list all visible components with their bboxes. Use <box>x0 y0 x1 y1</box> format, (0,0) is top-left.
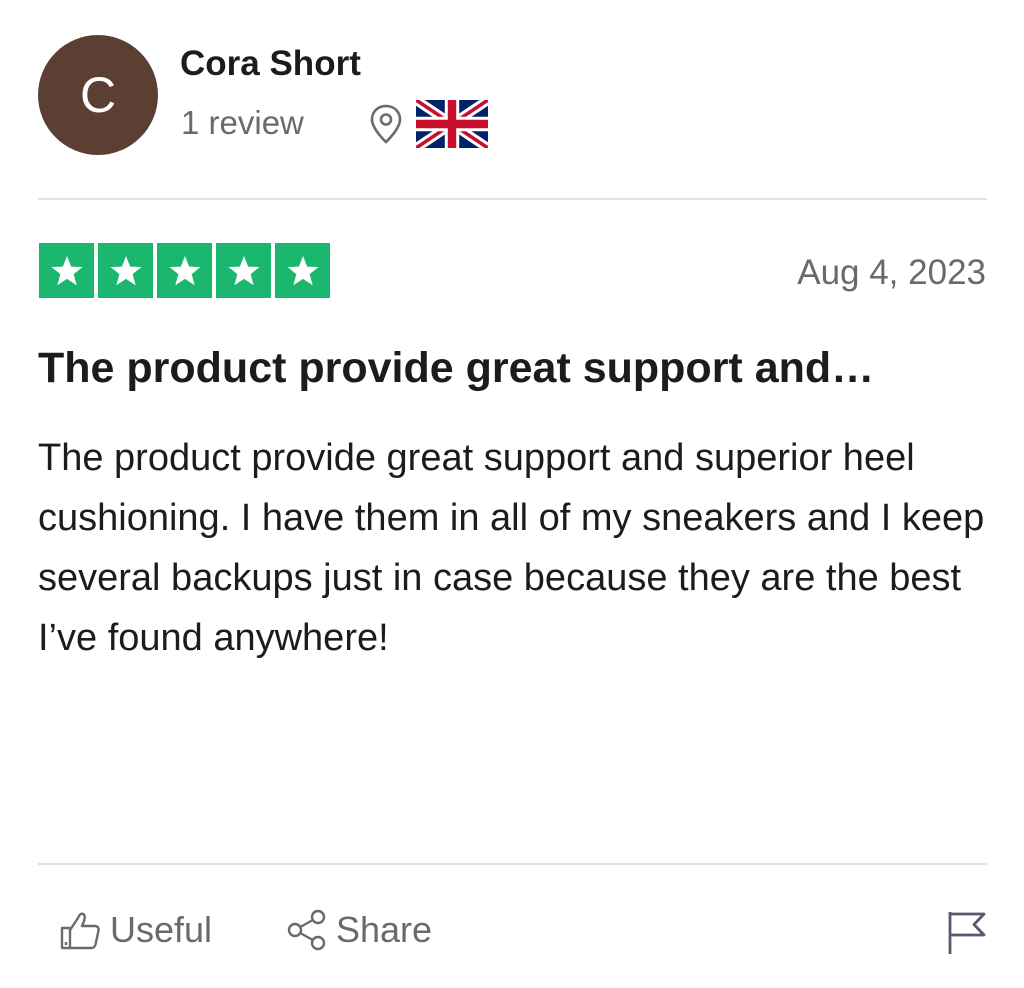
header-divider <box>38 198 987 200</box>
useful-button[interactable]: Useful <box>58 908 212 952</box>
star-rating <box>39 243 330 298</box>
star-icon <box>227 255 260 285</box>
star-5 <box>275 243 330 298</box>
avatar[interactable]: C <box>38 35 158 155</box>
reviewer-name[interactable]: Cora Short <box>180 44 361 84</box>
star-icon <box>168 255 201 285</box>
map-pin-icon <box>370 104 402 144</box>
uk-flag-icon <box>416 100 488 148</box>
share-button[interactable]: Share <box>286 908 432 952</box>
useful-label: Useful <box>110 909 213 950</box>
review-count: 1 review <box>181 104 304 141</box>
avatar-initial: C <box>79 67 117 123</box>
review-card: C Cora Short 1 review Aug 4, 2023 The pr… <box>0 0 1024 988</box>
share-label: Share <box>336 909 433 950</box>
star-icon <box>109 255 142 285</box>
review-body: The product provide great support and su… <box>38 437 985 659</box>
share-icon <box>287 909 326 951</box>
flag-icon[interactable] <box>944 908 988 956</box>
star-icon <box>286 255 319 285</box>
star-3 <box>157 243 212 298</box>
star-2 <box>98 243 153 298</box>
review-date: Aug 4, 2023 <box>797 253 986 292</box>
footer-divider <box>38 863 987 865</box>
star-4 <box>216 243 271 298</box>
star-icon <box>50 255 83 285</box>
thumbs-up-icon <box>60 912 100 950</box>
review-title[interactable]: The product provide great support and… <box>38 344 988 393</box>
star-1 <box>39 243 94 298</box>
